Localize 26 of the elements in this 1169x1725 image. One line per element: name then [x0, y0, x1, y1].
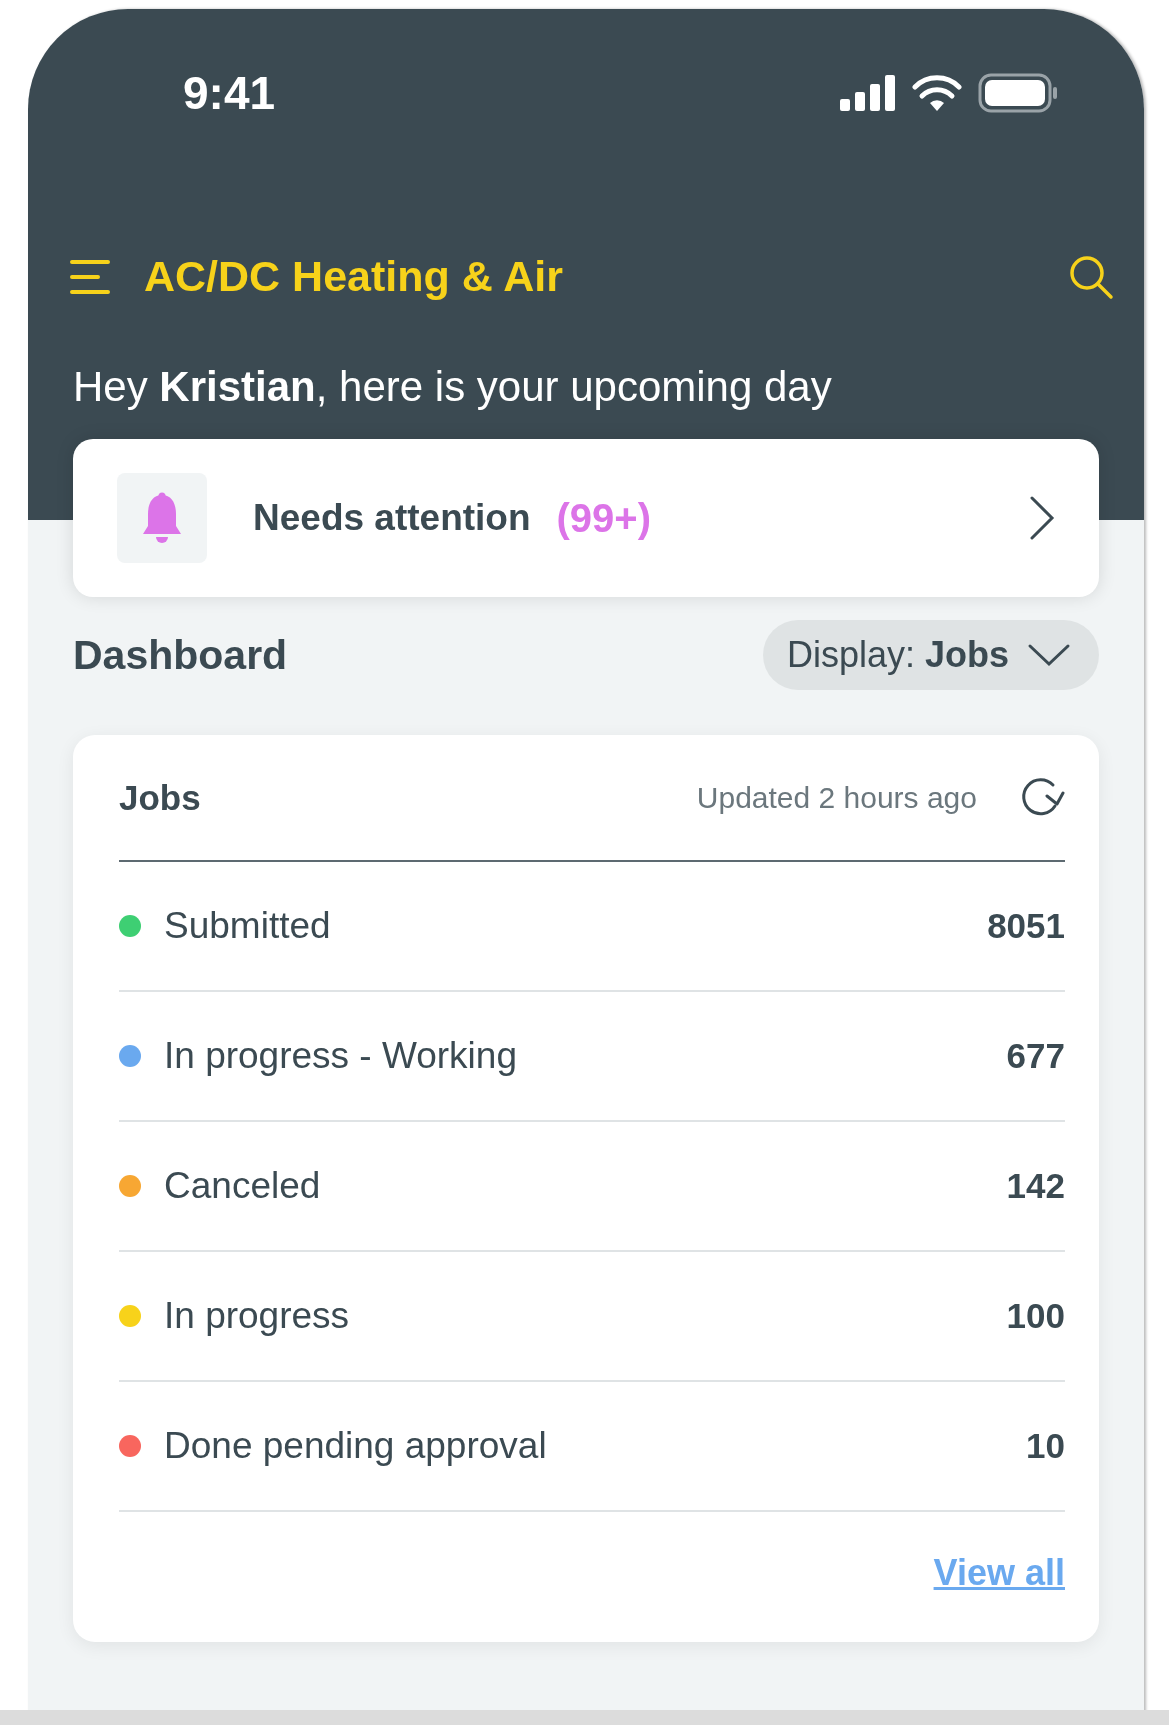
status-time: 9:41	[183, 66, 276, 120]
card-title: Jobs	[119, 777, 202, 818]
greeting-text: Hey Kristian, here is your upcoming day	[73, 363, 833, 411]
status-count: 142	[1006, 1166, 1065, 1206]
signal-icon	[840, 75, 896, 111]
status-count: 677	[1006, 1036, 1065, 1076]
battery-icon	[978, 73, 1058, 113]
status-label: In progress - Working	[164, 1035, 518, 1077]
bell-icon	[140, 492, 184, 544]
status-label: Done pending approval	[164, 1425, 548, 1467]
status-label: Canceled	[164, 1165, 322, 1207]
display-dropdown[interactable]: Display: Jobs	[762, 620, 1099, 690]
status-label: In progress	[164, 1295, 351, 1337]
chevron-right-icon	[1029, 495, 1055, 541]
status-count: 100	[1006, 1296, 1065, 1336]
wifi-icon	[912, 75, 962, 111]
status-count: 10	[1026, 1426, 1065, 1466]
attention-count: (99+)	[556, 495, 653, 541]
dashboard-heading: Dashboard	[73, 631, 288, 679]
needs-attention-card[interactable]: Needs attention (99+)	[73, 439, 1099, 597]
app-title: AC/DC Heating & Air	[144, 252, 564, 301]
status-label: Submitted	[164, 905, 332, 947]
chevron-down-icon	[1027, 642, 1071, 668]
status-count: 8051	[987, 906, 1065, 946]
updated-text: Updated 2 hours ago	[696, 780, 977, 815]
search-icon[interactable]	[1068, 253, 1114, 300]
